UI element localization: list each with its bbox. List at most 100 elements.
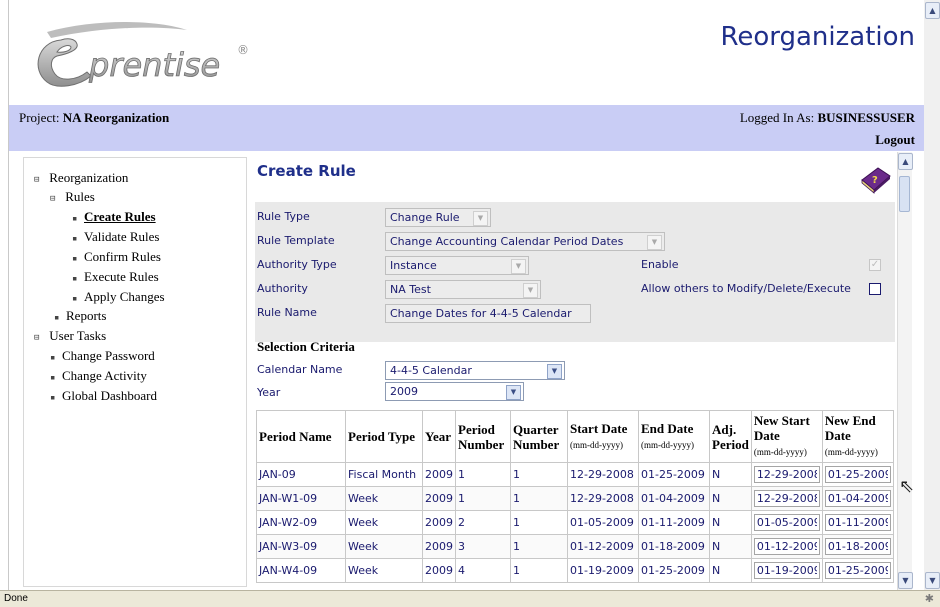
chevron-down-icon: ▼ bbox=[506, 385, 521, 400]
new-end-date-input[interactable] bbox=[824, 538, 891, 555]
new-start-date-cell bbox=[750, 510, 823, 535]
year-cell: 2009 bbox=[422, 558, 456, 583]
year-cell: 2009 bbox=[422, 462, 456, 487]
col-start-date: Start Date (mm-dd-yyyy) bbox=[567, 410, 639, 463]
main-content: Create Rule ? Rule Type Change Rule ▼ Rul… bbox=[250, 152, 900, 590]
scroll-up-icon[interactable]: ▲ bbox=[898, 153, 913, 170]
nav-item-execute-rules[interactable]: ▪ Execute Rules bbox=[72, 269, 159, 285]
new-start-date-input[interactable] bbox=[753, 514, 820, 531]
quarter-number-cell: 1 bbox=[510, 462, 568, 487]
nav-item-apply-changes[interactable]: ▪ Apply Changes bbox=[72, 289, 165, 305]
col-period-name: Period Name bbox=[256, 410, 346, 463]
eprentise-logo: prentise ® bbox=[37, 22, 249, 87]
period-number-cell: 2 bbox=[455, 510, 511, 535]
bullet-icon: ▪ bbox=[72, 254, 78, 264]
quarter-number-cell: 1 bbox=[510, 486, 568, 511]
period-type-cell: Week bbox=[345, 558, 423, 583]
logout-link[interactable]: Logout bbox=[875, 132, 915, 148]
scroll-down-icon[interactable]: ▼ bbox=[898, 572, 913, 589]
start-date-cell: 01-12-2009 bbox=[567, 534, 639, 559]
chevron-down-icon: ▼ bbox=[523, 283, 538, 298]
nav-item-reorganization[interactable]: ⊟ Reorganization bbox=[34, 170, 128, 186]
new-start-date-cell bbox=[750, 462, 823, 487]
nav-item-change-password[interactable]: ▪ Change Password bbox=[50, 348, 155, 364]
window-scroll-up-icon[interactable]: ▲ bbox=[925, 2, 940, 19]
enable-checkbox[interactable]: ✓ bbox=[869, 259, 881, 271]
col-new-start-date: New Start Date (mm-dd-yyyy) bbox=[750, 410, 823, 463]
chevron-down-icon: ▼ bbox=[647, 235, 662, 250]
project-label: Project: NA Reorganization bbox=[19, 110, 169, 126]
authority-type-select[interactable]: Instance ▼ bbox=[385, 256, 529, 275]
bullet-icon: ▪ bbox=[72, 294, 78, 304]
new-end-date-cell bbox=[821, 510, 894, 535]
adj-period-cell: N bbox=[709, 534, 752, 559]
nav-item-confirm-rules[interactable]: ▪ Confirm Rules bbox=[72, 249, 161, 265]
nav-item-change-activity[interactable]: ▪ Change Activity bbox=[50, 368, 147, 384]
window-scroll-down-icon[interactable]: ▼ bbox=[925, 572, 940, 589]
period-type-cell: Fiscal Month bbox=[345, 462, 423, 487]
collapse-icon[interactable]: ⊟ bbox=[34, 333, 46, 343]
period-name-cell: JAN-W1-09 bbox=[256, 486, 346, 511]
period-name-cell: JAN-W2-09 bbox=[256, 510, 346, 535]
rule-name-field[interactable]: Change Dates for 4-4-5 Calendar bbox=[385, 304, 591, 323]
start-date-cell: 01-05-2009 bbox=[567, 510, 639, 535]
svg-text:®: ® bbox=[237, 43, 249, 57]
period-name-cell: JAN-W3-09 bbox=[256, 534, 346, 559]
enable-label: Enable bbox=[641, 258, 679, 271]
year-select[interactable]: 2009 ▼ bbox=[385, 382, 524, 401]
main-title: Create Rule bbox=[257, 162, 356, 180]
table-row: JAN-W2-09 Week 2009 2 1 01-05-2009 01-11… bbox=[256, 510, 894, 535]
nav-item-reports[interactable]: ▪ Reports bbox=[54, 308, 106, 324]
quarter-number-cell: 1 bbox=[510, 558, 568, 583]
new-start-date-input[interactable] bbox=[753, 562, 820, 579]
content-scrollbar[interactable]: ▲ ▼ bbox=[897, 152, 913, 590]
table-row: JAN-W1-09 Week 2009 1 1 12-29-2008 01-04… bbox=[256, 486, 894, 511]
rule-type-label: Rule Type bbox=[257, 210, 310, 223]
year-cell: 2009 bbox=[422, 510, 456, 535]
collapse-icon[interactable]: ⊟ bbox=[34, 175, 46, 185]
nav-item-validate-rules[interactable]: ▪ Validate Rules bbox=[72, 229, 159, 245]
col-year: Year bbox=[422, 410, 456, 463]
period-type-cell: Week bbox=[345, 510, 423, 535]
nav-item-user-tasks[interactable]: ⊟ User Tasks bbox=[34, 328, 106, 344]
new-end-date-cell bbox=[821, 462, 894, 487]
new-start-date-input[interactable] bbox=[753, 466, 820, 483]
year-cell: 2009 bbox=[422, 534, 456, 559]
window-scrollbar[interactable]: ▲ ▼ bbox=[924, 0, 940, 590]
nav-item-rules[interactable]: ⊟ Rules bbox=[50, 189, 95, 205]
status-bar: Done ✱ bbox=[0, 590, 940, 607]
new-end-date-cell bbox=[821, 534, 894, 559]
allow-others-checkbox[interactable] bbox=[869, 283, 881, 295]
new-start-date-input[interactable] bbox=[753, 490, 820, 507]
logo-wordmark: prentise bbox=[88, 46, 220, 84]
nav-item-create-rules[interactable]: ▪ Create Rules bbox=[72, 209, 156, 225]
nav-item-global-dashboard[interactable]: ▪ Global Dashboard bbox=[50, 388, 157, 404]
collapse-icon[interactable]: ⊟ bbox=[50, 194, 62, 204]
bullet-icon: ▪ bbox=[54, 313, 60, 323]
rule-type-select[interactable]: Change Rule ▼ bbox=[385, 208, 491, 227]
end-date-cell: 01-11-2009 bbox=[638, 510, 710, 535]
scroll-thumb[interactable] bbox=[899, 176, 910, 212]
svg-text:?: ? bbox=[872, 175, 878, 186]
period-number-cell: 3 bbox=[455, 534, 511, 559]
resize-grip-icon[interactable]: ✱ bbox=[925, 592, 934, 605]
rule-name-label: Rule Name bbox=[257, 306, 317, 319]
allow-others-label: Allow others to Modify/Delete/Execute bbox=[641, 282, 851, 295]
new-end-date-input[interactable] bbox=[824, 466, 891, 483]
new-end-date-input[interactable] bbox=[824, 514, 891, 531]
new-start-date-cell bbox=[750, 486, 823, 511]
help-book-icon[interactable]: ? bbox=[858, 164, 892, 194]
calendar-name-select[interactable]: 4-4-5 Calendar ▼ bbox=[385, 361, 565, 380]
new-end-date-input[interactable] bbox=[824, 490, 891, 507]
bullet-icon: ▪ bbox=[50, 393, 56, 403]
new-end-date-input[interactable] bbox=[824, 562, 891, 579]
periods-table-wrap: Period Name Period Type Year Period Numb… bbox=[256, 410, 896, 583]
chevron-down-icon: ▼ bbox=[547, 364, 562, 379]
col-period-number: Period Number bbox=[455, 410, 511, 463]
start-date-cell: 01-19-2009 bbox=[567, 558, 639, 583]
quarter-number-cell: 1 bbox=[510, 534, 568, 559]
authority-select[interactable]: NA Test ▼ bbox=[385, 280, 541, 299]
new-end-date-cell bbox=[821, 558, 894, 583]
new-start-date-input[interactable] bbox=[753, 538, 820, 555]
rule-template-select[interactable]: Change Accounting Calendar Period Dates ▼ bbox=[385, 232, 665, 251]
